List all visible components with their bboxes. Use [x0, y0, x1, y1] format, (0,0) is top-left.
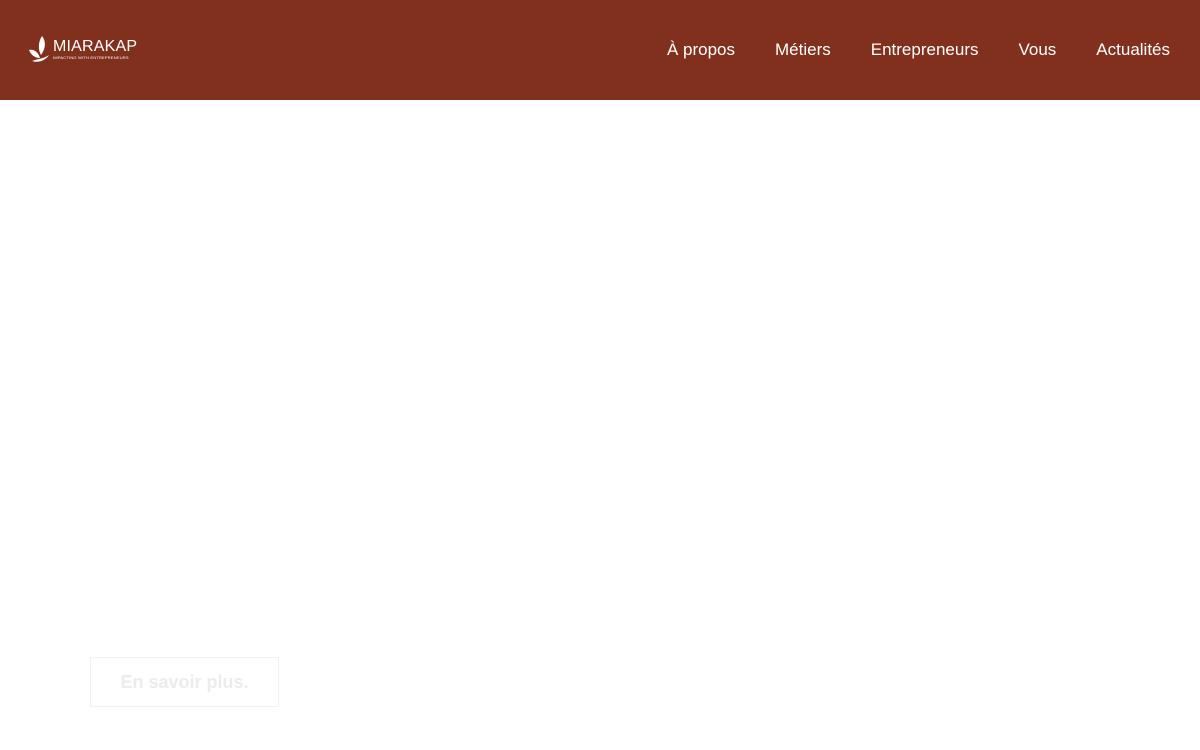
nav-item-entrepreneurs[interactable]: Entrepreneurs [871, 40, 979, 60]
logo-text: MIARAKAP IMPACTING WITH ENTREPRENEURS [53, 37, 138, 60]
main-nav: À propos Métiers Entrepreneurs Vous Actu… [667, 0, 1170, 100]
nav-item-vous[interactable]: Vous [1018, 40, 1056, 60]
nav-item-a-propos[interactable]: À propos [667, 40, 735, 60]
leaf-icon [29, 36, 49, 62]
logo-name: MIARAKAP [53, 37, 138, 55]
nav-item-actualites[interactable]: Actualités [1096, 40, 1170, 60]
site-header: MIARAKAP IMPACTING WITH ENTREPRENEURS À … [0, 0, 1200, 100]
nav-item-metiers[interactable]: Métiers [775, 40, 831, 60]
hero-section [0, 100, 1200, 750]
logo-tagline: IMPACTING WITH ENTREPRENEURS [53, 54, 129, 60]
logo[interactable]: MIARAKAP IMPACTING WITH ENTREPRENEURS [28, 34, 137, 64]
learn-more-button[interactable]: En savoir plus. [90, 657, 279, 707]
